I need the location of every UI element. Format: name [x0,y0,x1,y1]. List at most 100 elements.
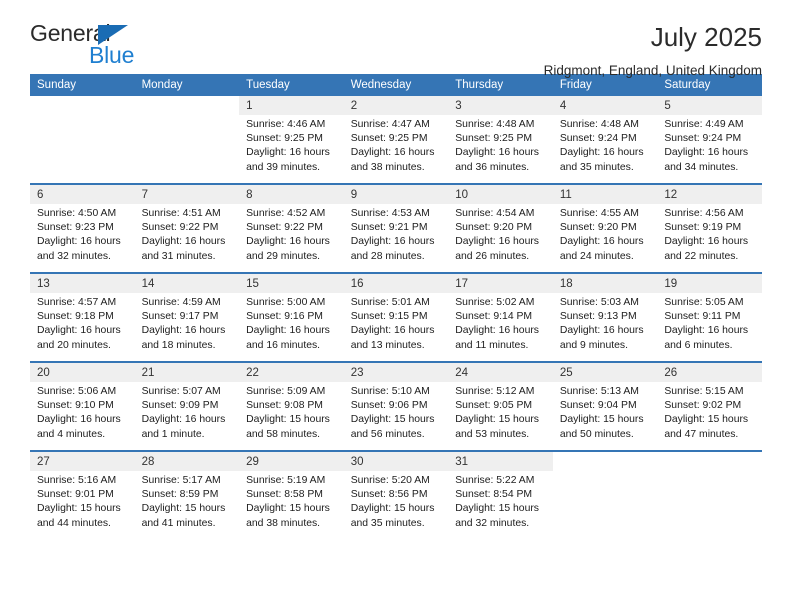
logo-text-blue: Blue [89,42,135,68]
day-number[interactable]: 24 [448,363,553,382]
sunset-text: Sunset: 9:09 PM [141,400,219,412]
daylight-text: Daylight: 15 hours and 32 minutes. [455,503,539,529]
sunrise-text: Sunrise: 4:59 AM [141,297,221,308]
day-number[interactable]: 19 [657,274,762,293]
daylight-text: Daylight: 16 hours and 9 minutes. [559,325,644,351]
sunrise-text: Sunrise: 4:52 AM [246,208,326,219]
day-detail: Sunrise: 5:13 AM Sunset: 9:04 PM Dayligh… [552,382,658,450]
sunset-text: Sunset: 9:20 PM [559,222,637,234]
day-number[interactable]: 12 [657,185,762,204]
day-number[interactable]: 3 [448,96,553,115]
daylight-text: Daylight: 16 hours and 26 minutes. [455,236,539,262]
day-number[interactable]: 7 [134,185,240,204]
day-cell-empty [30,96,135,115]
day-number[interactable]: 1 [239,96,344,115]
sunset-text: Sunset: 9:16 PM [246,311,323,323]
sunset-text: Sunset: 9:02 PM [664,400,742,412]
sunset-text: Sunset: 9:20 PM [455,222,533,234]
location-subtitle: Ridgmont, England, United Kingdom [543,63,762,78]
daylight-text: Daylight: 15 hours and 56 minutes. [350,414,435,440]
day-number[interactable]: 26 [657,363,762,382]
sunrise-text: Sunrise: 5:03 AM [559,297,639,308]
sunset-text: Sunset: 9:23 PM [37,222,114,234]
day-detail: Sunrise: 4:51 AM Sunset: 9:22 PM Dayligh… [134,204,240,272]
sunrise-text: Sunrise: 5:12 AM [455,386,535,397]
sunrise-text: Sunrise: 5:09 AM [246,386,326,397]
sunrise-text: Sunrise: 4:57 AM [37,297,117,308]
day-detail: Sunrise: 5:00 AM Sunset: 9:16 PM Dayligh… [239,293,344,361]
day-number[interactable]: 2 [343,96,449,115]
week-4-daynum-row: 20 21 22 23 24 25 26 [30,363,762,382]
day-number[interactable]: 9 [343,185,449,204]
day-number[interactable]: 22 [239,363,344,382]
day-detail: Sunrise: 5:19 AM Sunset: 8:58 PM Dayligh… [239,471,344,539]
day-detail: Sunrise: 4:57 AM Sunset: 9:18 PM Dayligh… [30,293,135,361]
daylight-text: Daylight: 16 hours and 29 minutes. [246,236,330,262]
daylight-text: Daylight: 16 hours and 16 minutes. [246,325,330,351]
sunrise-text: Sunrise: 5:07 AM [141,386,221,397]
day-number[interactable]: 15 [239,274,344,293]
day-detail: Sunrise: 4:50 AM Sunset: 9:23 PM Dayligh… [30,204,135,272]
sunset-text: Sunset: 9:15 PM [350,311,428,323]
day-number[interactable]: 23 [343,363,449,382]
day-number[interactable]: 29 [239,452,344,471]
daylight-text: Daylight: 15 hours and 50 minutes. [559,414,644,440]
daylight-text: Daylight: 16 hours and 32 minutes. [37,236,121,262]
day-number[interactable]: 16 [343,274,449,293]
daylight-text: Daylight: 15 hours and 53 minutes. [455,414,539,440]
day-number[interactable]: 31 [448,452,553,471]
day-detail: Sunrise: 5:16 AM Sunset: 9:01 PM Dayligh… [30,471,135,539]
day-number[interactable]: 17 [448,274,553,293]
weekday-header-wednesday: Wednesday [343,74,449,96]
day-number[interactable]: 30 [343,452,449,471]
day-number[interactable]: 5 [657,96,762,115]
day-detail: Sunrise: 5:12 AM Sunset: 9:05 PM Dayligh… [448,382,553,450]
daylight-text: Daylight: 16 hours and 38 minutes. [350,147,435,173]
calendar-table: Sunday Monday Tuesday Wednesday Thursday… [30,74,762,539]
daylight-text: Daylight: 15 hours and 58 minutes. [246,414,330,440]
sunrise-text: Sunrise: 5:02 AM [455,297,535,308]
daylight-text: Daylight: 15 hours and 38 minutes. [246,503,330,529]
sunrise-text: Sunrise: 5:15 AM [664,386,744,397]
sunrise-text: Sunrise: 4:56 AM [664,208,744,219]
week-1-daynum-row: 1 2 3 4 5 [30,96,762,115]
day-number[interactable]: 8 [239,185,344,204]
day-detail: Sunrise: 5:05 AM Sunset: 9:11 PM Dayligh… [657,293,762,361]
day-number[interactable]: 11 [552,185,658,204]
daylight-text: Daylight: 16 hours and 35 minutes. [559,147,644,173]
day-number[interactable]: 28 [134,452,240,471]
day-number[interactable]: 25 [552,363,658,382]
day-number[interactable]: 18 [552,274,658,293]
sunset-text: Sunset: 9:25 PM [455,133,533,145]
week-5-detail-row: Sunrise: 5:16 AM Sunset: 9:01 PM Dayligh… [30,471,762,539]
sunset-text: Sunset: 9:01 PM [37,489,114,501]
day-number[interactable]: 21 [134,363,240,382]
day-number[interactable]: 14 [134,274,240,293]
day-number[interactable]: 13 [30,274,135,293]
sunset-text: Sunset: 9:21 PM [350,222,428,234]
day-detail: Sunrise: 4:53 AM Sunset: 9:21 PM Dayligh… [343,204,449,272]
daylight-text: Daylight: 15 hours and 41 minutes. [141,503,226,529]
day-number[interactable]: 4 [552,96,658,115]
day-number[interactable]: 20 [30,363,135,382]
day-detail: Sunrise: 5:22 AM Sunset: 8:54 PM Dayligh… [448,471,553,539]
daylight-text: Daylight: 16 hours and 36 minutes. [455,147,539,173]
day-number[interactable]: 27 [30,452,135,471]
week-2-detail-row: Sunrise: 4:50 AM Sunset: 9:23 PM Dayligh… [30,204,762,272]
sunrise-text: Sunrise: 5:01 AM [350,297,430,308]
day-detail: Sunrise: 4:59 AM Sunset: 9:17 PM Dayligh… [134,293,240,361]
sunset-text: Sunset: 9:11 PM [664,311,741,323]
sunset-text: Sunset: 9:05 PM [455,400,533,412]
day-number[interactable]: 6 [30,185,135,204]
day-detail: Sunrise: 5:07 AM Sunset: 9:09 PM Dayligh… [134,382,240,450]
day-number[interactable]: 10 [448,185,553,204]
sunset-text: Sunset: 9:22 PM [141,222,219,234]
day-cell-empty [552,452,658,471]
sunset-text: Sunset: 8:59 PM [141,489,219,501]
daylight-text: Daylight: 15 hours and 35 minutes. [350,503,435,529]
sunset-text: Sunset: 9:06 PM [350,400,428,412]
sunset-text: Sunset: 9:17 PM [141,311,219,323]
masthead: General Blue July 2025 Ridgmont, England… [30,0,762,79]
week-1-detail-row: Sunrise: 4:46 AM Sunset: 9:25 PM Dayligh… [30,115,762,183]
title-block: July 2025 Ridgmont, England, United King… [544,22,762,78]
